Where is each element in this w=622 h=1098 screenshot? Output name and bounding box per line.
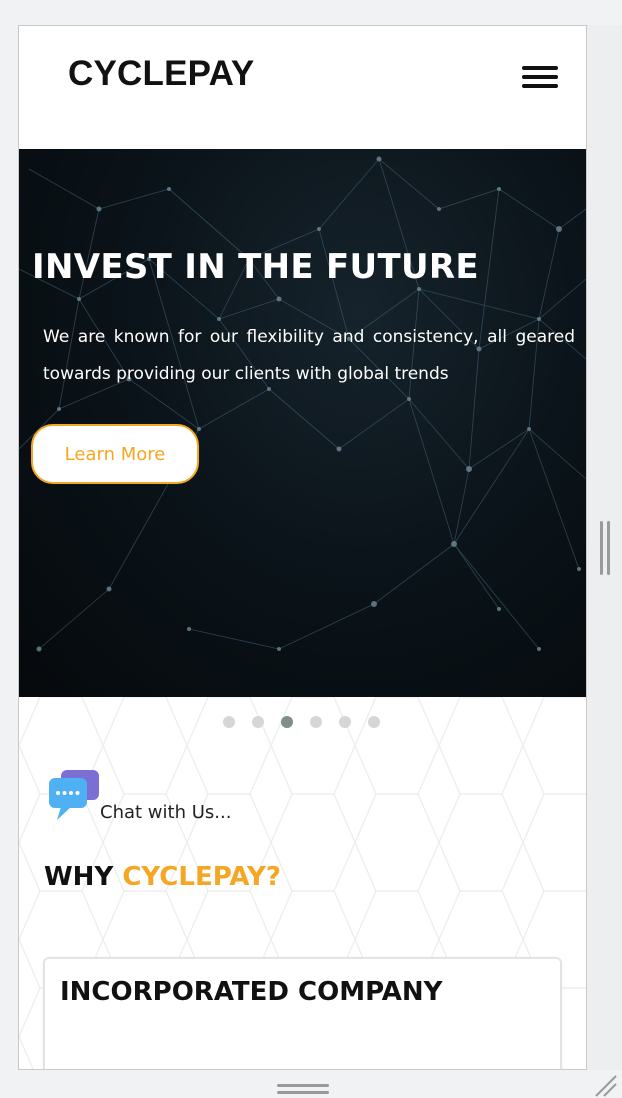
carousel-dot-6[interactable] — [368, 716, 380, 728]
carousel-dot-5[interactable] — [339, 716, 351, 728]
carousel-dot-3[interactable] — [281, 716, 293, 728]
vertical-resize-handle[interactable] — [600, 521, 610, 575]
corner-resize-icon[interactable] — [592, 1074, 618, 1098]
site-header: CYCLEPAY — [19, 26, 586, 149]
carousel-dot-4[interactable] — [310, 716, 322, 728]
browser-viewport: CYCLEPAY INVEST IN THE FUTURE We are kno… — [18, 25, 587, 1070]
content-section: Chat with Us... WHY CYCLEPAY? INCORPORAT… — [19, 697, 586, 1069]
carousel-dot-1[interactable] — [223, 716, 235, 728]
hero-title: INVEST IN THE FUTURE — [32, 247, 479, 287]
why-accent: CYCLEPAY? — [122, 862, 281, 892]
chat-label: Chat with Us... — [100, 802, 232, 823]
hero-description: We are known for our flexibility and con… — [43, 327, 575, 384]
learn-more-button[interactable]: Learn More — [31, 424, 199, 484]
horizontal-resize-handle[interactable] — [277, 1084, 329, 1094]
why-prefix: WHY — [44, 862, 123, 892]
feature-card: INCORPORATED COMPANY — [43, 957, 562, 1069]
chat-bubbles-icon — [49, 770, 99, 820]
brand-logo[interactable]: CYCLEPAY — [68, 54, 254, 94]
feature-card-title: INCORPORATED COMPANY — [60, 977, 443, 1007]
carousel-dot-2[interactable] — [252, 716, 264, 728]
hero-banner: INVEST IN THE FUTURE We are known for ou… — [19, 149, 586, 697]
why-heading: WHY CYCLEPAY? — [44, 862, 281, 892]
hamburger-menu-icon[interactable] — [522, 66, 558, 88]
network-background — [19, 156, 586, 652]
